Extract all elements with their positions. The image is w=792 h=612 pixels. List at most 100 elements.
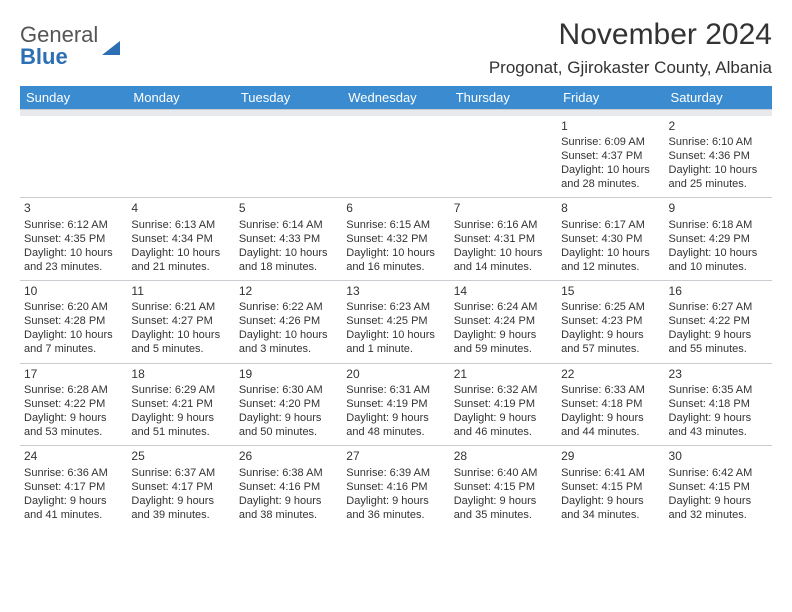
day-info-line: Sunset: 4:25 PM [346, 314, 445, 328]
day-info-line: and 28 minutes. [561, 177, 660, 191]
day-info-line: Sunset: 4:32 PM [346, 232, 445, 246]
day-info-line: Daylight: 10 hours [669, 163, 768, 177]
day-info-line: Daylight: 9 hours [239, 494, 338, 508]
day-number: 27 [346, 449, 445, 464]
day-number: 23 [669, 367, 768, 382]
day-info-line: Sunset: 4:16 PM [346, 480, 445, 494]
day-info-line: Daylight: 9 hours [561, 411, 660, 425]
day-number: 20 [346, 367, 445, 382]
calendar-day-cell: 8Sunrise: 6:17 AMSunset: 4:30 PMDaylight… [557, 198, 664, 281]
calendar-day-cell: 12Sunrise: 6:22 AMSunset: 4:26 PMDayligh… [235, 280, 342, 363]
day-info-line: Sunrise: 6:22 AM [239, 300, 338, 314]
day-info-line: Sunset: 4:24 PM [454, 314, 553, 328]
calendar-day-cell: 28Sunrise: 6:40 AMSunset: 4:15 PMDayligh… [450, 446, 557, 528]
day-info-line: Sunrise: 6:10 AM [669, 135, 768, 149]
day-info-line: Sunset: 4:34 PM [131, 232, 230, 246]
calendar-day-cell: 30Sunrise: 6:42 AMSunset: 4:15 PMDayligh… [665, 446, 772, 528]
day-info-line: Sunrise: 6:39 AM [346, 466, 445, 480]
day-number: 8 [561, 201, 660, 216]
day-info-line: Sunrise: 6:09 AM [561, 135, 660, 149]
day-info-line: and 35 minutes. [454, 508, 553, 522]
day-info-line: Sunset: 4:17 PM [131, 480, 230, 494]
day-info-line: Sunset: 4:15 PM [454, 480, 553, 494]
calendar-day-cell: 14Sunrise: 6:24 AMSunset: 4:24 PMDayligh… [450, 280, 557, 363]
calendar-day-cell [450, 116, 557, 198]
calendar-week-row: 3Sunrise: 6:12 AMSunset: 4:35 PMDaylight… [20, 198, 772, 281]
calendar-week-row: 10Sunrise: 6:20 AMSunset: 4:28 PMDayligh… [20, 280, 772, 363]
day-info-line: Sunset: 4:20 PM [239, 397, 338, 411]
day-info-line: and 32 minutes. [669, 508, 768, 522]
day-info-line: Sunset: 4:19 PM [454, 397, 553, 411]
weekday-header-row: Sunday Monday Tuesday Wednesday Thursday… [20, 86, 772, 110]
calendar-day-cell: 15Sunrise: 6:25 AMSunset: 4:23 PMDayligh… [557, 280, 664, 363]
calendar-day-cell: 16Sunrise: 6:27 AMSunset: 4:22 PMDayligh… [665, 280, 772, 363]
day-info-line: and 59 minutes. [454, 342, 553, 356]
day-info-line: Sunset: 4:17 PM [24, 480, 123, 494]
day-info-line: Sunset: 4:35 PM [24, 232, 123, 246]
day-info-line: and 34 minutes. [561, 508, 660, 522]
day-info-line: Daylight: 10 hours [454, 246, 553, 260]
day-info-line: Sunrise: 6:38 AM [239, 466, 338, 480]
day-info-line: Sunrise: 6:37 AM [131, 466, 230, 480]
day-info-line: Daylight: 9 hours [454, 328, 553, 342]
day-info-line: and 10 minutes. [669, 260, 768, 274]
day-info-line: and 44 minutes. [561, 425, 660, 439]
calendar-day-cell: 26Sunrise: 6:38 AMSunset: 4:16 PMDayligh… [235, 446, 342, 528]
day-number: 16 [669, 284, 768, 299]
day-info-line: Sunset: 4:23 PM [561, 314, 660, 328]
day-info-line: and 43 minutes. [669, 425, 768, 439]
calendar-day-cell [342, 116, 449, 198]
day-info-line: Daylight: 9 hours [24, 494, 123, 508]
day-info-line: Sunset: 4:15 PM [561, 480, 660, 494]
day-number: 30 [669, 449, 768, 464]
day-info-line: Sunrise: 6:15 AM [346, 218, 445, 232]
calendar-day-cell: 23Sunrise: 6:35 AMSunset: 4:18 PMDayligh… [665, 363, 772, 446]
calendar-day-cell: 29Sunrise: 6:41 AMSunset: 4:15 PMDayligh… [557, 446, 664, 528]
location-text: Progonat, Gjirokaster County, Albania [489, 58, 772, 78]
day-number: 9 [669, 201, 768, 216]
weekday-header: Sunday [20, 86, 127, 110]
day-info-line: Sunrise: 6:32 AM [454, 383, 553, 397]
day-info-line: Daylight: 9 hours [24, 411, 123, 425]
day-info-line: Sunset: 4:18 PM [561, 397, 660, 411]
day-info-line: and 14 minutes. [454, 260, 553, 274]
day-number: 15 [561, 284, 660, 299]
day-number: 1 [561, 119, 660, 134]
day-info-line: Sunset: 4:27 PM [131, 314, 230, 328]
calendar-day-cell: 25Sunrise: 6:37 AMSunset: 4:17 PMDayligh… [127, 446, 234, 528]
day-number: 14 [454, 284, 553, 299]
day-number: 19 [239, 367, 338, 382]
day-info-line: Sunrise: 6:40 AM [454, 466, 553, 480]
day-number: 13 [346, 284, 445, 299]
day-number: 11 [131, 284, 230, 299]
calendar-day-cell: 17Sunrise: 6:28 AMSunset: 4:22 PMDayligh… [20, 363, 127, 446]
calendar-table: Sunday Monday Tuesday Wednesday Thursday… [20, 86, 772, 528]
day-info-line: Sunrise: 6:21 AM [131, 300, 230, 314]
day-info-line: Sunrise: 6:33 AM [561, 383, 660, 397]
day-info-line: Sunrise: 6:42 AM [669, 466, 768, 480]
day-number: 4 [131, 201, 230, 216]
day-info-line: and 38 minutes. [239, 508, 338, 522]
weekday-header: Monday [127, 86, 234, 110]
day-info-line: Daylight: 10 hours [346, 246, 445, 260]
day-info-line: Sunrise: 6:12 AM [24, 218, 123, 232]
day-info-line: and 16 minutes. [346, 260, 445, 274]
day-info-line: and 48 minutes. [346, 425, 445, 439]
day-info-line: and 51 minutes. [131, 425, 230, 439]
day-number: 18 [131, 367, 230, 382]
day-info-line: Sunset: 4:31 PM [454, 232, 553, 246]
day-info-line: Sunset: 4:36 PM [669, 149, 768, 163]
calendar-day-cell: 1Sunrise: 6:09 AMSunset: 4:37 PMDaylight… [557, 116, 664, 198]
calendar-day-cell: 2Sunrise: 6:10 AMSunset: 4:36 PMDaylight… [665, 116, 772, 198]
day-info-line: Sunrise: 6:27 AM [669, 300, 768, 314]
day-info-line: Daylight: 9 hours [239, 411, 338, 425]
day-info-line: Sunrise: 6:28 AM [24, 383, 123, 397]
calendar-week-row: 1Sunrise: 6:09 AMSunset: 4:37 PMDaylight… [20, 116, 772, 198]
day-info-line: Daylight: 10 hours [239, 328, 338, 342]
calendar-day-cell: 5Sunrise: 6:14 AMSunset: 4:33 PMDaylight… [235, 198, 342, 281]
day-info-line: Sunset: 4:29 PM [669, 232, 768, 246]
calendar-day-cell [235, 116, 342, 198]
day-info-line: and 41 minutes. [24, 508, 123, 522]
day-info-line: Sunset: 4:22 PM [669, 314, 768, 328]
calendar-day-cell: 11Sunrise: 6:21 AMSunset: 4:27 PMDayligh… [127, 280, 234, 363]
